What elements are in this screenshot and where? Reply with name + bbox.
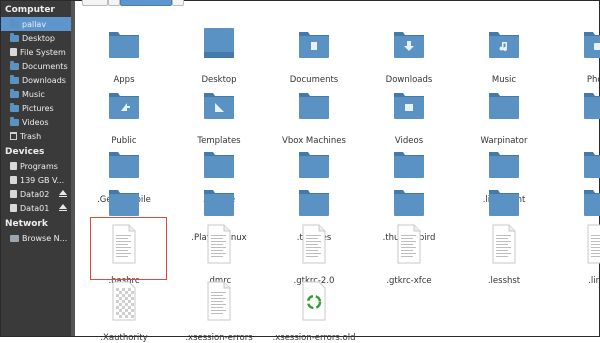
text-file-icon [393, 219, 425, 267]
folder-icon [298, 176, 330, 224]
sidebar-item[interactable]: Documents [1, 59, 71, 73]
sidebar-item-label: Data02 [20, 189, 50, 199]
file-name-label: .xsession-errors [185, 333, 253, 343]
folder-icon [298, 79, 330, 127]
file-name-label: .gtkrc-xfce [386, 276, 432, 286]
folder-icon [108, 18, 140, 66]
eject-icon[interactable] [59, 190, 67, 197]
sidebar-item-label: Music [22, 89, 45, 99]
sidebar-item[interactable]: 139 GB V... [1, 173, 71, 187]
drive-icon [10, 48, 17, 56]
image-file-icon [108, 276, 140, 324]
folder-icon [393, 18, 425, 66]
folder-icon [10, 88, 19, 98]
sidebar-item-label: Data01 [20, 203, 50, 213]
folder-icon [10, 102, 19, 112]
folder-icon [203, 176, 235, 224]
sidebar-item[interactable]: Downloads [1, 73, 71, 87]
text-file-icon [298, 219, 330, 267]
sidebar-item[interactable]: Desktop [1, 31, 71, 45]
text-file-icon [203, 276, 235, 324]
folder-icon [488, 79, 520, 127]
drive-icon [10, 162, 17, 170]
file-name-label: .lesshst [487, 276, 521, 286]
folder-icon [203, 18, 235, 66]
home-folder-icon [10, 18, 19, 28]
sidebar-item[interactable]: Programs [1, 159, 71, 173]
folder-icon [393, 79, 425, 127]
sidebar-item[interactable]: Data02 [1, 187, 71, 201]
desktop-folder-icon [10, 32, 19, 42]
sidebar-item-label: Programs [20, 161, 58, 171]
text-file-icon [583, 219, 600, 267]
sidebar-item[interactable]: Pictures [1, 101, 71, 115]
text-file-icon [488, 219, 520, 267]
sidebar-item-label: Documents [22, 61, 68, 71]
folder-icon [583, 176, 600, 224]
sidebar-item-label: Desktop [22, 33, 55, 43]
highlight-box [90, 217, 167, 280]
sidebar-item[interactable]: pallav [1, 17, 71, 31]
folder-icon [583, 18, 600, 66]
sidebar-item[interactable]: Videos [1, 115, 71, 129]
folder-icon [298, 18, 330, 66]
folder-icon [393, 176, 425, 224]
sidebar-item[interactable]: Trash [1, 129, 71, 143]
sidebar-item[interactable]: Music [1, 87, 71, 101]
file-name-label: .xsession-errors.old [272, 333, 356, 343]
sidebar-item-label: pallav [22, 19, 47, 29]
drive-icon [10, 204, 17, 212]
sidebar-item-label: Downloads [22, 75, 66, 85]
folder-icon [203, 79, 235, 127]
sidebar-item-label: Trash [20, 131, 42, 141]
sidebar-item-label: Browse N... [22, 233, 68, 243]
sidebar-item-label: File System [20, 47, 66, 57]
folder-icon [583, 79, 600, 127]
sidebar-item[interactable]: File System [1, 45, 71, 59]
eject-icon[interactable] [59, 204, 67, 211]
trash-icon [10, 132, 17, 140]
sidebar-item-label: 139 GB V... [20, 175, 65, 185]
folder-icon [10, 116, 19, 126]
file-grid: AppsDesktopDocumentsDownloadsMusicPhotoP… [74, 0, 600, 343]
sidebar-item-label: Videos [22, 117, 49, 127]
sidebar-item[interactable]: Data01 [1, 201, 71, 215]
sidebar-section-title: Devices [5, 147, 45, 157]
file-name-label: .linss [588, 276, 600, 286]
folder-icon [488, 18, 520, 66]
text-file-icon [203, 219, 235, 267]
folder-icon [10, 60, 19, 70]
sidebar-section-title: Network [5, 219, 48, 229]
folder-icon [10, 74, 19, 84]
sidebar-item-label: Pictures [22, 103, 54, 113]
drive-icon [10, 176, 17, 184]
sidebar: Computer pallav Desktop File System Document… [1, 1, 71, 336]
recycle-file-icon [298, 276, 330, 324]
sidebar-section-title: Computer [5, 5, 55, 15]
sidebar-item[interactable]: Browse N... [1, 231, 71, 245]
drive-icon [10, 190, 17, 198]
folder-icon [108, 79, 140, 127]
file-name-label: .Xauthority [100, 333, 148, 343]
folder-icon [488, 176, 520, 224]
network-icon [10, 234, 19, 242]
